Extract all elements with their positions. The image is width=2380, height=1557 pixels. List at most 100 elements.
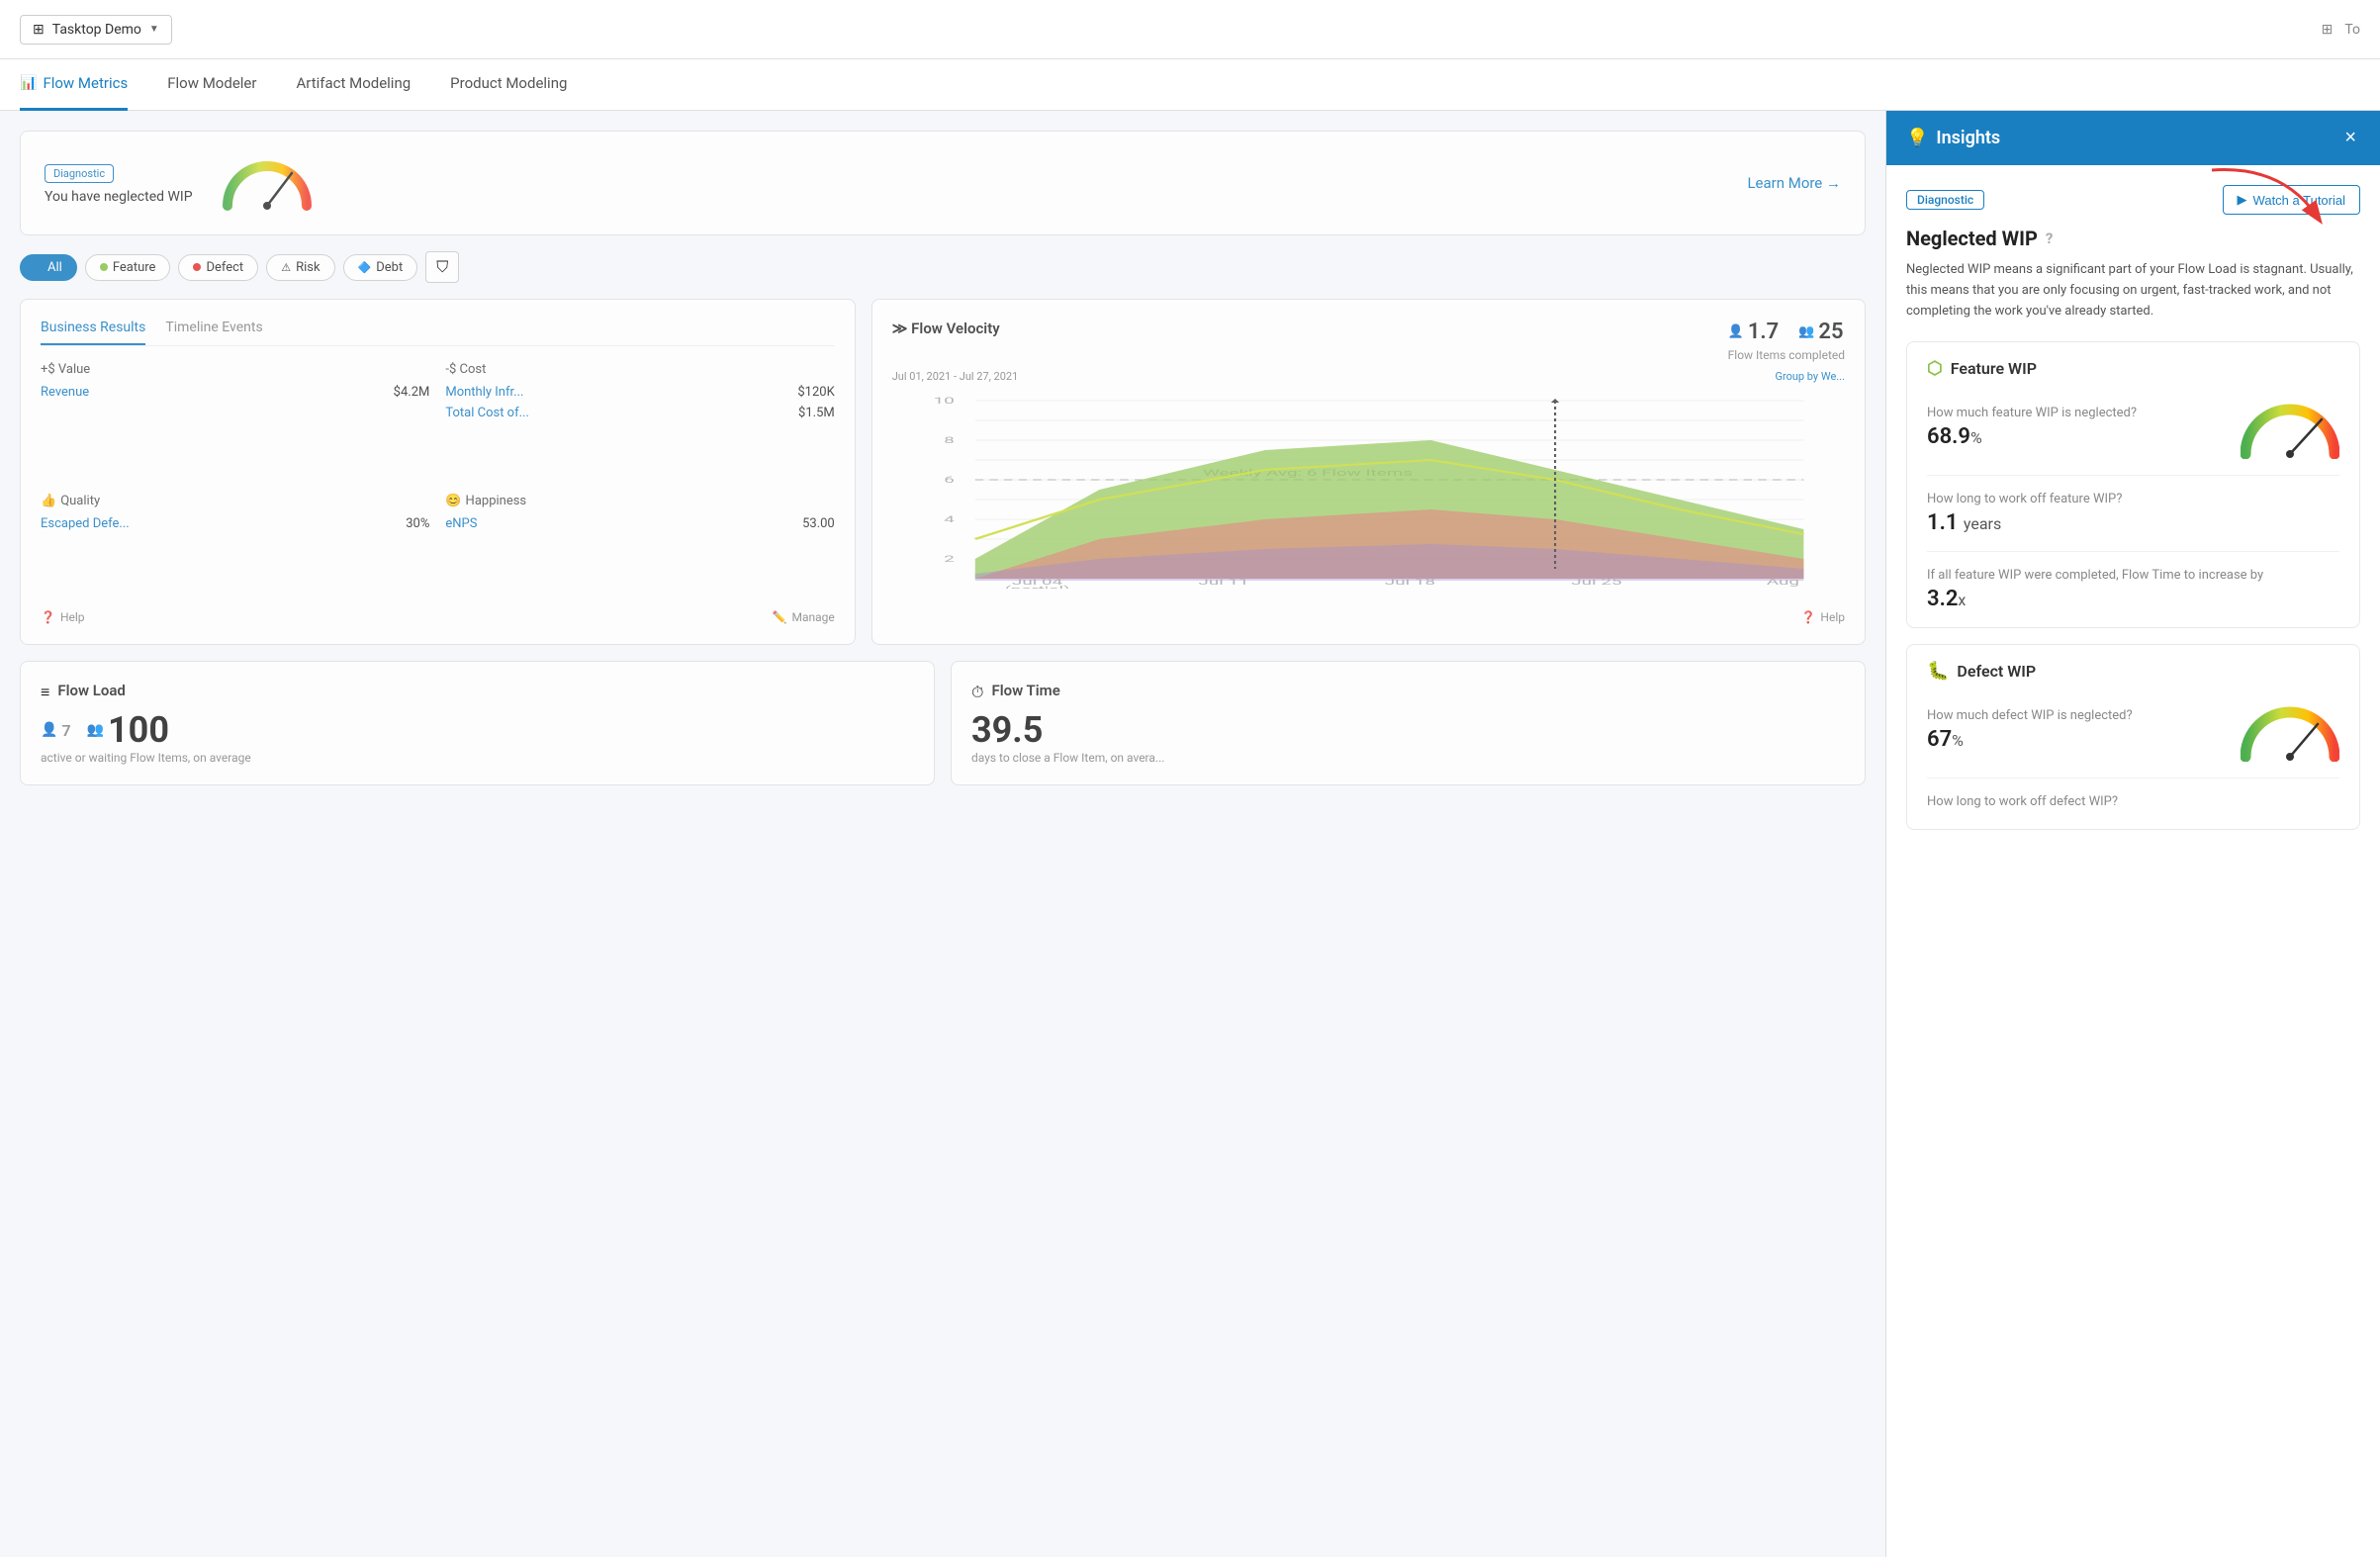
flow-velocity-card: ≫ Flow Velocity 👤 1.7 👥 25 [871, 299, 1866, 645]
flow-velocity-title: ≫ Flow Velocity [892, 320, 1000, 337]
feature-workoff-value: 1.1 years [1927, 510, 2122, 535]
svg-text:4: 4 [944, 513, 955, 524]
insights-header: 💡 Insights × [1886, 111, 2380, 165]
escaped-defect-value: 30% [406, 516, 429, 531]
svg-text:8: 8 [944, 434, 955, 445]
tab-business-results[interactable]: Business Results [41, 320, 145, 345]
value-section: +$ Value Revenue $4.2M [41, 362, 429, 478]
flow-load-row: ≡ Flow Load 👤 7 👥 100 active or waiting … [20, 661, 1866, 785]
defect-neglected-row: How much defect WIP is neglected? 67% [1927, 697, 2339, 778]
tab-navigation: 📊 Flow Metrics Flow Modeler Artifact Mod… [0, 59, 2380, 111]
filter-bar: All Feature Defect ⚠ Risk 🔷 Debt ⛉ [20, 251, 1866, 283]
monthly-infr-link[interactable]: Monthly Infr... [445, 385, 523, 400]
manage-label: Manage [791, 610, 834, 624]
svg-text:(partial): (partial) [1004, 584, 1069, 589]
defect-workoff-left: How long to work off defect WIP? [1927, 794, 2118, 813]
app-name: Tasktop Demo [52, 22, 141, 38]
watch-tutorial-label: Watch a Tutorial [2253, 193, 2345, 208]
svg-text:6: 6 [944, 474, 955, 485]
enps-value: 53.00 [802, 516, 835, 531]
neglected-wip-help-icon[interactable]: ? [2046, 229, 2053, 247]
svg-text:Jul 18: Jul 18 [1385, 576, 1435, 587]
svg-text:2: 2 [944, 553, 955, 564]
filter-debt-label: Debt [376, 260, 403, 275]
filter-feature-label: Feature [113, 260, 156, 275]
svg-text:10: 10 [933, 395, 954, 406]
date-range: Jul 01, 2021 - Jul 27, 2021 [892, 370, 1019, 383]
defect-icon: 🐛 [1927, 661, 1949, 682]
filter-options-button[interactable]: ⛉ [425, 251, 459, 283]
group-by[interactable]: Group by We... [1775, 370, 1845, 383]
filter-debt[interactable]: 🔷 Debt [343, 254, 418, 281]
feature-flowtime-value: 3.2x [1927, 587, 2263, 611]
quality-section: 👍 Quality Escaped Defe... 30% [41, 494, 429, 589]
enps-link[interactable]: eNPS [445, 516, 477, 531]
flow-time-card: ⏱ Flow Time 39.5 days to close a Flow It… [951, 661, 1866, 785]
escaped-defect-link[interactable]: Escaped Defe... [41, 516, 130, 531]
flow-time-title: Flow Time [991, 682, 1059, 699]
feature-workoff-row: How long to work off feature WIP? 1.1 ye… [1927, 492, 2339, 552]
tab-product-modeling[interactable]: Product Modeling [450, 58, 567, 111]
watch-tutorial-button[interactable]: ▶ Watch a Tutorial [2223, 185, 2360, 215]
enps-row: eNPS 53.00 [445, 516, 834, 531]
filter-defect[interactable]: Defect [178, 254, 258, 281]
defect-wip-title: 🐛 Defect WIP [1927, 661, 2339, 682]
feature-neglected-value: 68.9% [1927, 424, 2137, 449]
app-selector[interactable]: ⊞ Tasktop Demo ▼ [20, 15, 172, 45]
neglected-wip-desc: Neglected WIP means a significant part o… [1906, 260, 2360, 321]
filter-defect-label: Defect [206, 260, 243, 275]
flow-load-subtitle: active or waiting Flow Items, on average [41, 751, 914, 765]
top-bar-label: To [2344, 22, 2360, 38]
total-cost-link[interactable]: Total Cost of... [445, 406, 529, 420]
monthly-infr-row: Monthly Infr... $120K [445, 385, 834, 400]
flow-velocity-subtitle: Flow Items completed [1728, 348, 1845, 362]
filter-risk[interactable]: ⚠ Risk [266, 254, 334, 281]
table-icon: ⊞ [2322, 22, 2334, 38]
defect-wip-section: 🐛 Defect WIP How much defect WIP is negl… [1906, 644, 2360, 830]
revenue-value: $4.2M [394, 385, 430, 400]
chevron-down-icon: ▼ [149, 24, 159, 35]
filter-all[interactable]: All [20, 254, 77, 281]
defect-neglected-q1: How much defect WIP is neglected? [1927, 708, 2133, 723]
stat1: 👤 1.7 [1728, 320, 1780, 344]
smiley-icon: 😊 [445, 494, 461, 508]
insights-title-row: 💡 Insights [1906, 128, 2000, 148]
quality-label: Quality [60, 494, 100, 508]
manage-button[interactable]: ✏️ Manage [773, 600, 835, 624]
defect-workoff-q2: How long to work off defect WIP? [1927, 794, 2118, 809]
funnel-icon: ⛉ [436, 257, 448, 276]
insights-body: Diagnostic ▶ Watch a Tutorial Neglected … [1886, 165, 2380, 1557]
flow-load-person-icon: 👤 [41, 722, 57, 738]
revenue-link[interactable]: Revenue [41, 385, 89, 400]
close-button[interactable]: × [2340, 127, 2360, 149]
tab-artifact-modeling-label: Artifact Modeling [296, 74, 411, 92]
tab-artifact-modeling[interactable]: Artifact Modeling [296, 58, 411, 111]
help-label: Help [60, 610, 85, 624]
tab-flow-metrics[interactable]: 📊 Flow Metrics [20, 58, 128, 111]
diagnostic-badge: Diagnostic [45, 164, 114, 183]
feature-wip-section: ⬡ Feature WIP How much feature WIP is ne… [1906, 341, 2360, 628]
clock-icon: ⏱ [971, 683, 983, 702]
flow-time-stat: 39.5 [971, 709, 1845, 751]
business-help-button[interactable]: ❓ Help [41, 600, 85, 624]
escaped-defect-row: Escaped Defe... 30% [41, 516, 429, 531]
learn-more-button[interactable]: Learn More → [1747, 174, 1841, 192]
tab-flow-metrics-label: Flow Metrics [43, 74, 128, 92]
filter-all-label: All [47, 260, 62, 275]
feature-flowtime-q3: If all feature WIP were completed, Flow … [1927, 568, 2263, 583]
feature-neglected-left: How much feature WIP is neglected? 68.9% [1927, 406, 2137, 449]
flow-load-group-icon: 👥 [87, 722, 104, 738]
dashboard-panel: Diagnostic You have neglected WIP [0, 111, 1885, 1557]
feature-neglected-q1: How much feature WIP is neglected? [1927, 406, 2137, 420]
revenue-row: Revenue $4.2M [41, 385, 429, 400]
tab-flow-modeler[interactable]: Flow Modeler [167, 58, 256, 111]
insights-panel: 💡 Insights × Diagnostic ▶ Watch a Tutori… [1885, 111, 2380, 1557]
velocity-chart-area: 10 8 6 4 2 Weekly Avg: 6 Flow Items [892, 391, 1845, 593]
group-icon: 👥 [1798, 324, 1814, 339]
stat1-value: 1.7 [1748, 320, 1779, 344]
svg-text:Aug: Aug [1767, 576, 1799, 587]
chart-stats: 👤 1.7 👥 25 [1728, 320, 1845, 344]
velocity-help-button[interactable]: ❓ Help [1800, 600, 1845, 624]
tab-timeline-events[interactable]: Timeline Events [165, 320, 262, 345]
filter-feature[interactable]: Feature [85, 254, 171, 281]
